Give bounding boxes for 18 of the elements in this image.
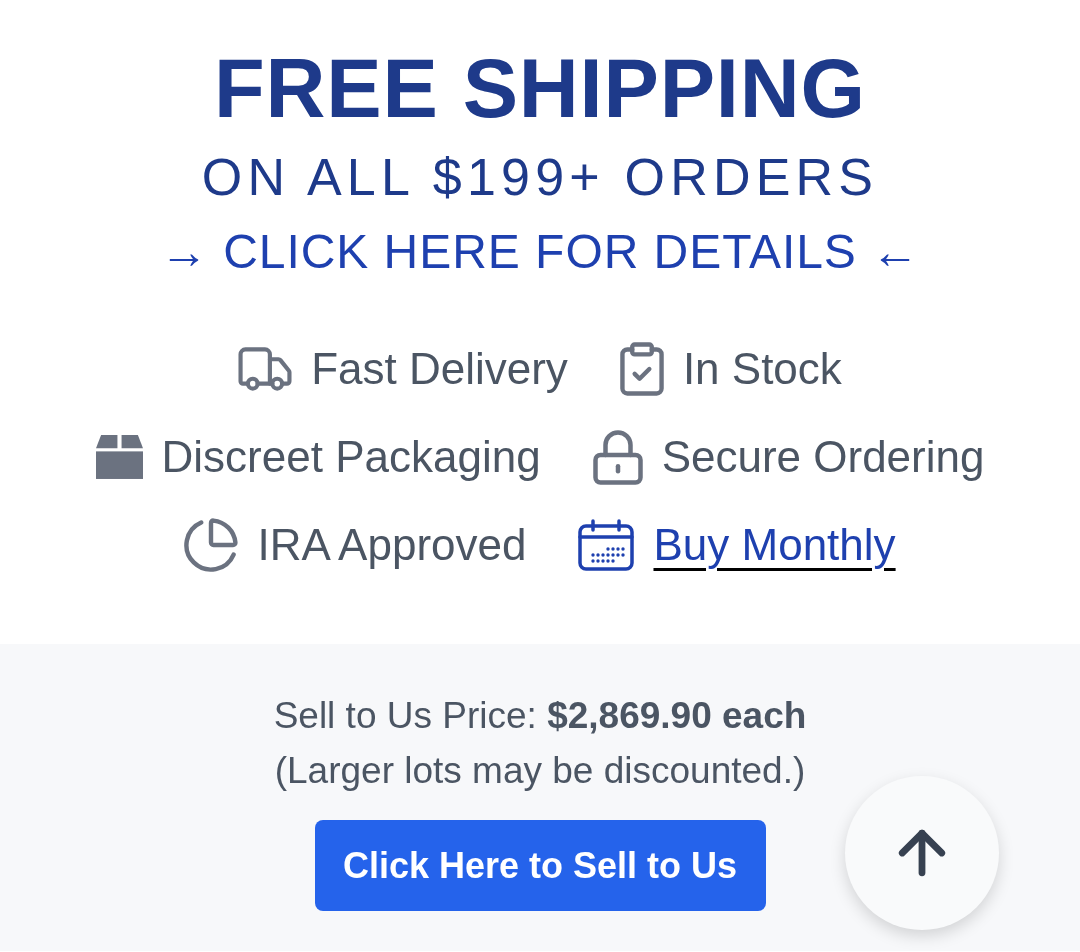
feature-label: In Stock: [682, 347, 842, 391]
lock-icon: [592, 429, 643, 485]
feature-label: IRA Approved: [257, 523, 527, 567]
pie-chart-icon: [184, 518, 239, 572]
details-link[interactable]: → CLICK HERE FOR DETAILS ←: [159, 228, 921, 276]
calendar-icon: [578, 519, 635, 571]
discount-note: (Larger lots may be discounted.): [274, 749, 806, 793]
feature-label: Secure Ordering: [661, 435, 985, 479]
free-shipping-title: FREE SHIPPING: [214, 47, 866, 130]
sell-to-us-button[interactable]: Click Here to Sell to Us: [314, 820, 766, 911]
box-icon: [95, 435, 143, 479]
shipping-subtitle: ON ALL $199+ ORDERS: [201, 151, 879, 203]
buy-monthly-link[interactable]: Buy Monthly: [653, 523, 896, 567]
truck-icon: [238, 347, 293, 391]
feature-label: Fast Delivery: [311, 347, 568, 391]
clipboard-check-icon: [619, 342, 664, 396]
feature-label: Discreet Packaging: [161, 435, 541, 479]
sell-price-text: Sell to Us Price: $2,869.90 each: [273, 694, 807, 738]
